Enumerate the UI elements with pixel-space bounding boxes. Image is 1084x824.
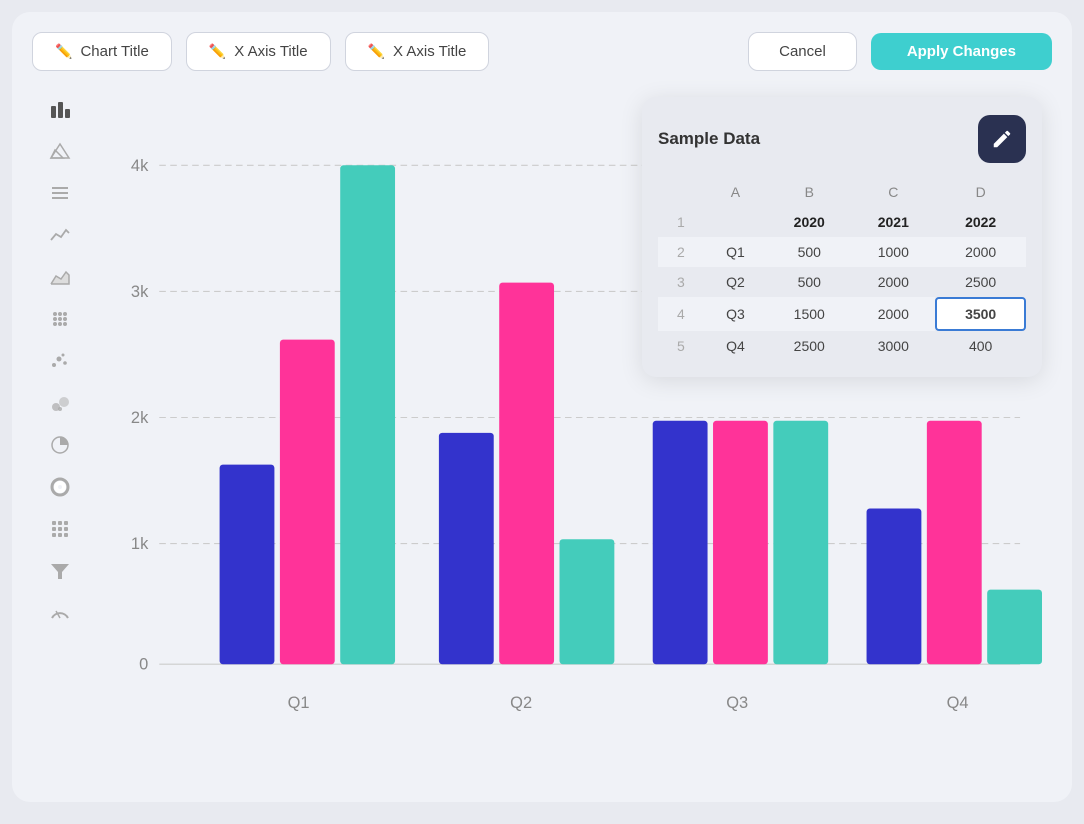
q4-bar-2021 <box>927 420 982 663</box>
pencil-icon-xaxis: ✏️ <box>209 43 226 60</box>
table-row: 5Q425003000400 <box>658 331 1026 361</box>
bubble-icon[interactable] <box>42 385 78 421</box>
pencil-edit-icon <box>991 128 1013 150</box>
table-cell-b[interactable]: 2020 <box>767 207 851 237</box>
x-axis-title2-label: X Axis Title <box>393 43 466 60</box>
svg-text:4k: 4k <box>131 156 149 174</box>
table-cell-c[interactable]: 2021 <box>851 207 935 237</box>
svg-text:0: 0 <box>139 655 148 673</box>
q2-bar-2022 <box>560 539 615 664</box>
table-cell-d[interactable]: 3500 <box>935 297 1026 331</box>
table-cell-b[interactable]: 500 <box>767 237 851 267</box>
col-header-a: A <box>704 177 768 207</box>
table-cell-b[interactable]: 1500 <box>767 297 851 331</box>
table-cell-b[interactable]: 2500 <box>767 331 851 361</box>
main-container: ✏️ Chart Title ✏️ X Axis Title ✏️ X Axis… <box>12 12 1072 802</box>
scatter-icon[interactable] <box>42 343 78 379</box>
table-cell-a[interactable]: Q4 <box>704 331 768 361</box>
table-row: 1 202020212022 <box>658 207 1026 237</box>
q4-bar-2020 <box>867 508 922 664</box>
q3-bar-2020 <box>653 420 708 663</box>
pencil-icon-chart: ✏️ <box>55 43 72 60</box>
table-cell-d[interactable]: 2000 <box>935 237 1026 267</box>
chart-title-label: Chart Title <box>80 43 148 60</box>
mountain-chart-icon[interactable] <box>42 133 78 169</box>
table-cell-num[interactable]: 3 <box>658 267 704 297</box>
table-cell-c[interactable]: 3000 <box>851 331 935 361</box>
col-header-empty <box>658 177 704 207</box>
table-row: 2Q150010002000 <box>658 237 1026 267</box>
table-cell-num[interactable]: 1 <box>658 207 704 237</box>
table-cell-c[interactable]: 2000 <box>851 267 935 297</box>
q3-bar-2021 <box>713 420 768 663</box>
content-area: 4k 3k 2k 1k 0 <box>32 87 1052 824</box>
panel-header: Sample Data <box>658 115 1026 163</box>
q2-bar-2021 <box>499 282 554 664</box>
toolbar: ✏️ Chart Title ✏️ X Axis Title ✏️ X Axis… <box>32 32 1052 71</box>
line-chart-icon[interactable] <box>42 217 78 253</box>
table-cell-a[interactable] <box>704 207 768 237</box>
table-cell-b[interactable]: 500 <box>767 267 851 297</box>
svg-text:1k: 1k <box>131 535 149 553</box>
table-cell-d[interactable]: 400 <box>935 331 1026 361</box>
svg-text:Q3: Q3 <box>726 694 748 712</box>
cancel-label: Cancel <box>779 43 826 60</box>
apply-changes-button[interactable]: Apply Changes <box>871 33 1052 70</box>
svg-text:Q2: Q2 <box>510 694 532 712</box>
chart-title-button[interactable]: ✏️ Chart Title <box>32 32 172 71</box>
q1-bar-2021 <box>280 339 335 664</box>
sidebar <box>32 87 88 824</box>
x-axis-title-label: X Axis Title <box>234 43 307 60</box>
table-cell-num[interactable]: 2 <box>658 237 704 267</box>
table-cell-c[interactable]: 1000 <box>851 237 935 267</box>
q1-bar-2020 <box>220 464 275 664</box>
table-header-row: A B C D <box>658 177 1026 207</box>
col-header-b: B <box>767 177 851 207</box>
list-icon[interactable] <box>42 175 78 211</box>
sample-data-panel: Sample Data A B C D <box>642 97 1042 377</box>
dot-matrix-icon[interactable] <box>42 511 78 547</box>
cancel-button[interactable]: Cancel <box>748 32 857 71</box>
x-axis-title-button[interactable]: ✏️ X Axis Title <box>186 32 331 71</box>
q3-bar-2022 <box>773 420 828 663</box>
table-cell-a[interactable]: Q2 <box>704 267 768 297</box>
edit-data-button[interactable] <box>978 115 1026 163</box>
ring-icon[interactable] <box>42 469 78 505</box>
svg-text:Q1: Q1 <box>288 694 310 712</box>
area-chart-icon[interactable] <box>42 259 78 295</box>
table-cell-d[interactable]: 2022 <box>935 207 1026 237</box>
panel-title: Sample Data <box>658 129 760 149</box>
table-cell-num[interactable]: 4 <box>658 297 704 331</box>
col-header-d: D <box>935 177 1026 207</box>
pencil-icon-xaxis2: ✏️ <box>368 43 385 60</box>
q4-bar-2022 <box>987 589 1042 664</box>
funnel-icon[interactable] <box>42 553 78 589</box>
table-cell-a[interactable]: Q3 <box>704 297 768 331</box>
pie-chart-icon[interactable] <box>42 427 78 463</box>
table-cell-a[interactable]: Q1 <box>704 237 768 267</box>
table-row: 4Q3150020003500 <box>658 297 1026 331</box>
dot-grid-icon[interactable] <box>42 301 78 337</box>
data-table: A B C D 12020202120222Q1500100020003Q250… <box>658 177 1026 361</box>
svg-text:Q4: Q4 <box>947 694 969 712</box>
q2-bar-2020 <box>439 432 494 663</box>
bar-chart-icon[interactable] <box>42 91 78 127</box>
x-axis-title2-button[interactable]: ✏️ X Axis Title <box>345 32 490 71</box>
apply-label: Apply Changes <box>907 43 1016 60</box>
gauge-icon[interactable] <box>42 595 78 631</box>
chart-area: 4k 3k 2k 1k 0 <box>88 87 1052 824</box>
col-header-c: C <box>851 177 935 207</box>
table-cell-c[interactable]: 2000 <box>851 297 935 331</box>
table-cell-d[interactable]: 2500 <box>935 267 1026 297</box>
svg-text:2k: 2k <box>131 408 149 426</box>
q1-bar-2022 <box>340 165 395 664</box>
svg-text:3k: 3k <box>131 282 149 300</box>
table-row: 3Q250020002500 <box>658 267 1026 297</box>
table-cell-num[interactable]: 5 <box>658 331 704 361</box>
